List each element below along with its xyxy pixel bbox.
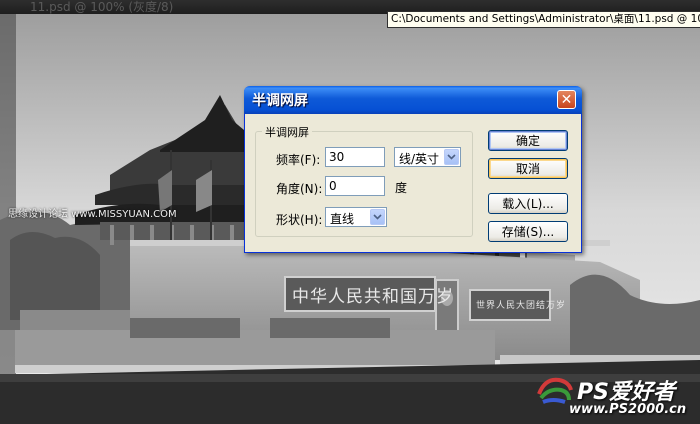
chevron-down-icon[interactable] [370, 209, 385, 225]
plaque-right-text: 世界人民大团结万岁 [476, 301, 567, 311]
frequency-label: 频率(F): [276, 153, 321, 167]
group-label: 半调网屏 [262, 124, 312, 140]
frequency-unit-value: 线/英寸 [399, 152, 440, 166]
dialog-titlebar[interactable]: 半调网屏 ✕ [244, 86, 582, 114]
plaque-left-text: 中华人民共和国万岁 [292, 287, 454, 307]
angle-input[interactable]: 0 [325, 176, 385, 196]
chevron-down-icon[interactable] [444, 149, 459, 165]
logo-url-text: www.PS2000.cn [569, 402, 687, 417]
cancel-button[interactable]: 取消 [488, 158, 568, 179]
dialog-title: 半调网屏 [252, 93, 308, 109]
angle-label: 角度(N): [276, 182, 323, 196]
frequency-input[interactable]: 30 [325, 147, 385, 167]
halftone-group: 半调网屏 频率(F): 30 线/英寸 角度(N): 0 度 形状(H): 直线 [255, 124, 473, 237]
shape-value: 直线 [330, 212, 355, 226]
save-button[interactable]: 存储(S)... [488, 221, 568, 242]
load-button[interactable]: 载入(L)... [488, 193, 568, 214]
frequency-unit-select[interactable]: 线/英寸 [394, 147, 461, 167]
watermark-left: 思缘设计论坛 www.MISSYUAN.COM [8, 209, 177, 220]
halftone-screen-dialog: 半调网屏 ✕ 半调网屏 频率(F): 30 线/英寸 角度(N): 0 度 形状… [244, 86, 582, 253]
ps-logo: PS爱好者 www.PS2000.cn [535, 374, 695, 420]
document-title: 11.psd @ 100% (灰度/8) [30, 0, 174, 14]
path-tooltip: C:\Documents and Settings\Administrator\… [387, 11, 700, 28]
angle-unit: 度 [395, 181, 408, 195]
close-button[interactable]: ✕ [557, 90, 576, 109]
close-icon: ✕ [560, 91, 573, 108]
ok-button[interactable]: 确定 [488, 130, 568, 151]
shape-select[interactable]: 直线 [325, 207, 387, 227]
shape-label: 形状(H): [276, 213, 323, 227]
